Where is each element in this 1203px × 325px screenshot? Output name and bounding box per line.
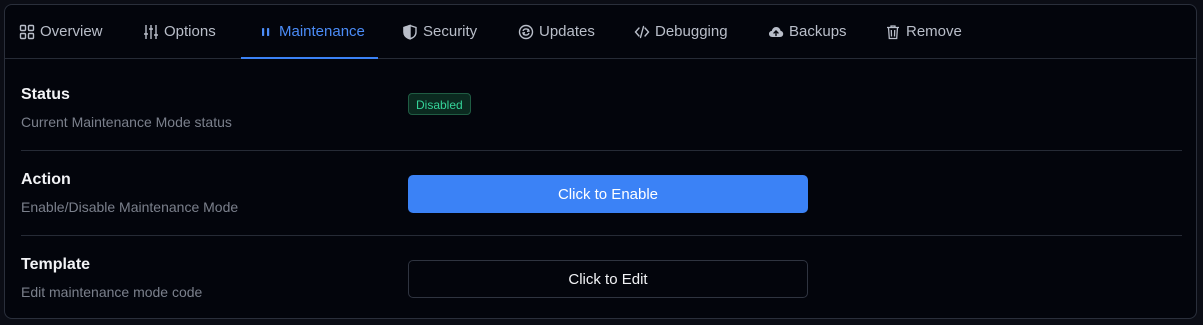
status-description: Current Maintenance Mode status — [21, 114, 232, 130]
maintenance-panel: Overview Options Maintenance Security Up… — [4, 4, 1197, 319]
template-description: Edit maintenance mode code — [21, 284, 203, 300]
code-icon — [634, 24, 650, 40]
tab-security-label: Security — [423, 23, 478, 40]
template-label: Template — [21, 256, 91, 273]
tab-maintenance-label: Maintenance — [279, 23, 365, 40]
tab-updates-label: Updates — [539, 23, 595, 40]
tab-security[interactable]: Security — [402, 5, 477, 58]
enable-maintenance-button[interactable]: Click to Enable — [408, 175, 808, 213]
tab-bar: Overview Options Maintenance Security Up… — [5, 5, 1196, 59]
row-divider — [21, 150, 1182, 151]
sliders-icon — [143, 24, 159, 40]
action-description: Enable/Disable Maintenance Mode — [21, 199, 239, 215]
edit-template-button[interactable]: Click to Edit — [408, 260, 808, 298]
tab-updates[interactable]: Updates — [518, 5, 595, 58]
tab-options-label: Options — [164, 23, 216, 40]
status-label: Status — [21, 86, 70, 103]
active-tab-indicator — [241, 57, 378, 59]
cloud-upload-icon — [768, 24, 784, 40]
tab-remove-label: Remove — [906, 23, 962, 40]
tab-maintenance[interactable]: Maintenance — [258, 5, 365, 58]
row-divider — [21, 235, 1182, 236]
shield-icon — [402, 24, 418, 40]
tab-options[interactable]: Options — [143, 5, 216, 58]
tab-debugging-label: Debugging — [655, 23, 728, 40]
tab-overview-label: Overview — [40, 23, 103, 40]
tab-backups-label: Backups — [789, 23, 847, 40]
refresh-icon — [518, 24, 534, 40]
tab-remove[interactable]: Remove — [885, 5, 962, 58]
status-badge: Disabled — [408, 93, 471, 115]
trash-icon — [885, 24, 901, 40]
overview-grid-icon — [19, 24, 35, 40]
action-label: Action — [21, 171, 71, 188]
pause-icon — [258, 24, 274, 40]
tab-overview[interactable]: Overview — [19, 5, 103, 58]
tab-debugging[interactable]: Debugging — [634, 5, 728, 58]
tab-backups[interactable]: Backups — [768, 5, 847, 58]
